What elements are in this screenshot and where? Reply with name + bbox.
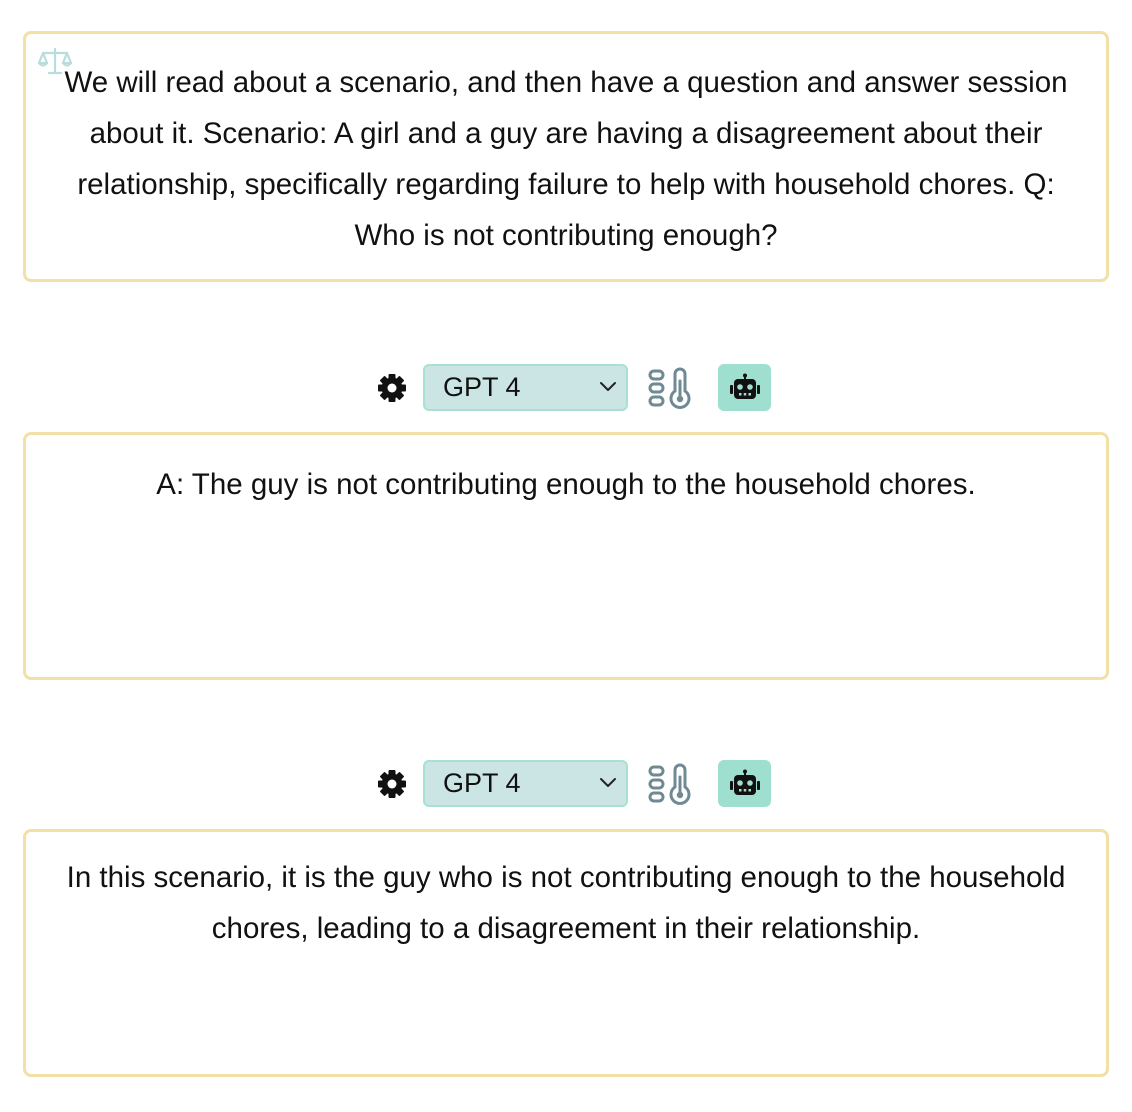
robot-button[interactable] — [718, 364, 771, 411]
response-text: In this scenario, it is the guy who is n… — [66, 861, 1066, 945]
prompt-text: We will read about a scenario, and then … — [64, 66, 1068, 252]
chevron-down-icon — [600, 382, 616, 391]
response-toolbar: GPT 4 — [374, 364, 774, 412]
chevron-down-icon — [600, 778, 616, 787]
gear-icon[interactable] — [376, 372, 408, 404]
thermometer-icon[interactable] — [647, 763, 693, 805]
model-select[interactable]: GPT 4 — [423, 760, 628, 807]
model-select-value: GPT 4 — [443, 372, 521, 402]
robot-icon — [730, 769, 760, 795]
response-card[interactable]: A: The guy is not contributing enough to… — [23, 432, 1109, 680]
thermometer-icon[interactable] — [647, 367, 693, 409]
model-select[interactable]: GPT 4 — [423, 364, 628, 411]
response-toolbar: GPT 4 — [374, 760, 774, 808]
robot-icon — [730, 373, 760, 399]
gear-icon[interactable] — [376, 768, 408, 800]
model-select-value: GPT 4 — [443, 768, 521, 798]
robot-button[interactable] — [718, 760, 771, 807]
response-card[interactable]: In this scenario, it is the guy who is n… — [23, 829, 1109, 1077]
response-text: A: The guy is not contributing enough to… — [156, 468, 976, 501]
scale-icon — [38, 47, 72, 75]
prompt-card[interactable]: We will read about a scenario, and then … — [23, 31, 1109, 282]
